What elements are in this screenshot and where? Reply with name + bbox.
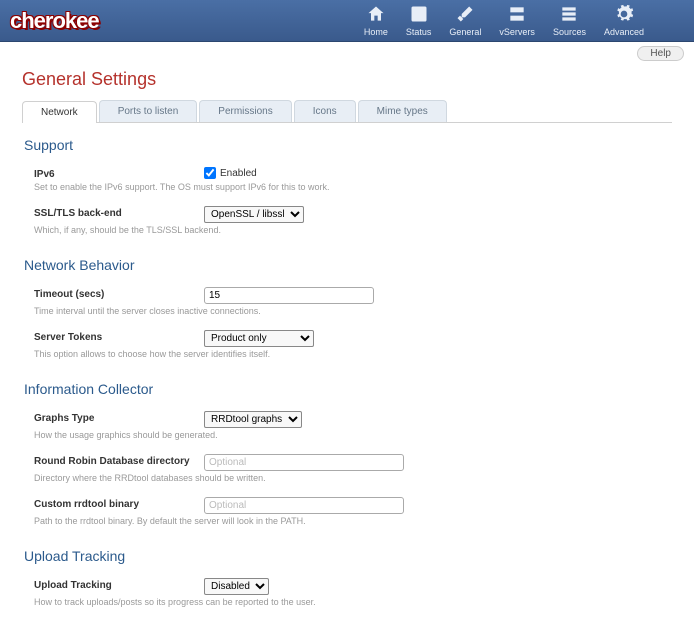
sources-icon — [559, 4, 579, 27]
section-title: Information Collector — [24, 381, 672, 397]
topbar: cherokee Home Status General vServers So… — [0, 0, 694, 42]
ipv6-label: IPv6 — [34, 167, 204, 180]
tab-permissions[interactable]: Permissions — [199, 100, 291, 122]
section-network: Network Behavior Timeout (secs) Time int… — [22, 257, 672, 359]
graphs-label: Graphs Type — [34, 411, 204, 424]
rrddir-input[interactable] — [204, 454, 404, 471]
tokens-label: Server Tokens — [34, 330, 204, 343]
ipv6-checkbox[interactable] — [204, 167, 216, 179]
section-support: Support IPv6 Enabled Set to enable the I… — [22, 137, 672, 235]
home-icon — [366, 4, 386, 27]
section-title: Upload Tracking — [24, 548, 672, 564]
ipv6-checkbox-label: Enabled — [220, 168, 257, 179]
nav-label: Status — [406, 27, 432, 37]
nav-sources[interactable]: Sources — [553, 4, 586, 37]
gear-icon — [614, 4, 634, 27]
logo: cherokee — [10, 8, 99, 34]
rrddir-help: Directory where the RRDtool databases sh… — [24, 473, 672, 483]
nav-label: Sources — [553, 27, 586, 37]
timeout-help: Time interval until the server closes in… — [24, 306, 672, 316]
page-title: General Settings — [22, 69, 672, 90]
timeout-input[interactable] — [204, 287, 374, 304]
rrdbin-label: Custom rrdtool binary — [34, 497, 204, 510]
tabs: Network Ports to listen Permissions Icon… — [22, 100, 672, 123]
ssl-help: Which, if any, should be the TLS/SSL bac… — [24, 225, 672, 235]
timeout-label: Timeout (secs) — [34, 287, 204, 300]
upload-label: Upload Tracking — [34, 578, 204, 591]
tab-icons[interactable]: Icons — [294, 100, 356, 122]
tokens-help: This option allows to choose how the ser… — [24, 349, 672, 359]
page: General Settings Network Ports to listen… — [0, 65, 694, 623]
rrddir-label: Round Robin Database directory — [34, 454, 204, 467]
upload-help: How to track uploads/posts so its progre… — [24, 597, 672, 607]
section-upload: Upload Tracking Upload Tracking Disabled… — [22, 548, 672, 607]
ssl-label: SSL/TLS back-end — [34, 206, 204, 219]
tab-mime[interactable]: Mime types — [358, 100, 447, 122]
nav-status[interactable]: Status — [406, 4, 432, 37]
nav-label: Home — [364, 27, 388, 37]
section-collector: Information Collector Graphs Type RRDtoo… — [22, 381, 672, 526]
server-icon — [507, 4, 527, 27]
help-button[interactable]: Help — [637, 46, 684, 61]
rrdbin-help: Path to the rrdtool binary. By default t… — [24, 516, 672, 526]
tab-network[interactable]: Network — [22, 101, 97, 123]
tokens-select[interactable]: Product only — [204, 330, 314, 347]
nav-label: vServers — [499, 27, 535, 37]
tab-ports[interactable]: Ports to listen — [99, 100, 198, 122]
ipv6-help: Set to enable the IPv6 support. The OS m… — [24, 182, 672, 192]
graphs-help: How the usage graphics should be generat… — [24, 430, 672, 440]
nav-vservers[interactable]: vServers — [499, 4, 535, 37]
nav-label: Advanced — [604, 27, 644, 37]
upload-select[interactable]: Disabled — [204, 578, 269, 595]
nav-home[interactable]: Home — [364, 4, 388, 37]
ssl-select[interactable]: OpenSSL / libssl — [204, 206, 304, 223]
rrdbin-input[interactable] — [204, 497, 404, 514]
nav-general[interactable]: General — [449, 4, 481, 37]
graphs-select[interactable]: RRDtool graphs — [204, 411, 302, 428]
tools-icon — [455, 4, 475, 27]
main-nav: Home Status General vServers Sources Adv… — [364, 4, 684, 37]
section-title: Network Behavior — [24, 257, 672, 273]
nav-advanced[interactable]: Advanced — [604, 4, 644, 37]
help-bar: Help — [0, 42, 694, 65]
section-title: Support — [24, 137, 672, 153]
status-icon — [409, 4, 429, 27]
nav-label: General — [449, 27, 481, 37]
